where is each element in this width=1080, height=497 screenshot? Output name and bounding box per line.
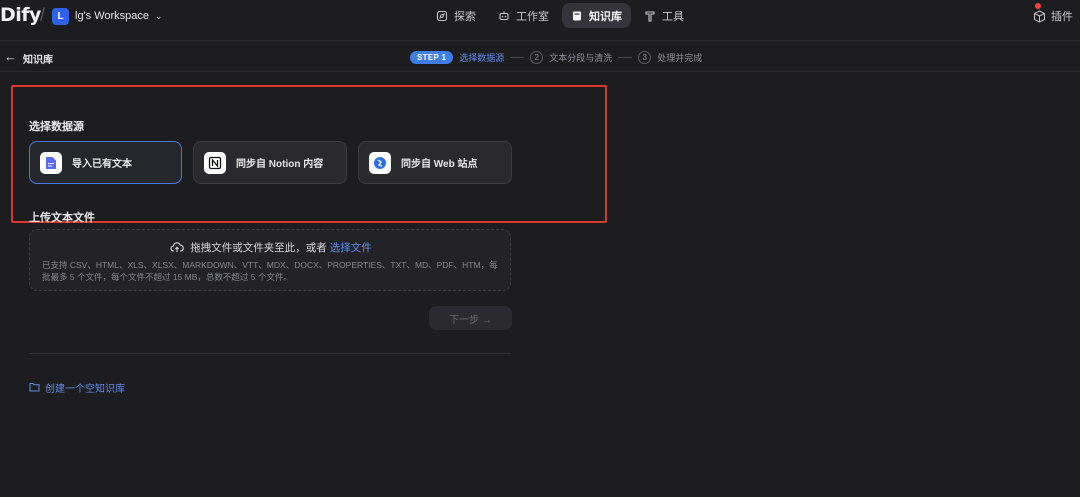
source-label: 同步自 Web 站点: [401, 159, 478, 170]
back-arrow-icon[interactable]: ←: [4, 49, 17, 64]
cube-icon: [1034, 9, 1045, 23]
main-nav: 探索 工作室 知识库 工具: [427, 3, 693, 28]
supported-formats: 已支持 CSV、HTML、XLS、XLSX、MARKDOWN、VTT、MDX、D…: [42, 260, 498, 282]
create-empty-knowledge-link[interactable]: 创建一个空知识库: [29, 380, 125, 395]
section-divider: [29, 353, 511, 354]
folder-icon: [29, 383, 40, 392]
data-source-title: 选择数据源: [29, 121, 84, 133]
workspace-avatar: L: [52, 7, 69, 25]
nav-explore[interactable]: 探索: [427, 3, 485, 28]
workspace-switcher[interactable]: L lg's Workspace ⌄: [52, 6, 163, 26]
step-2-label: 文本分段与清洗: [549, 52, 613, 63]
source-card-import-text[interactable]: 导入已有文本: [29, 141, 182, 184]
source-label: 导入已有文本: [72, 159, 132, 170]
nav-tools-label: 工具: [662, 10, 684, 23]
nav-studio-label: 工作室: [516, 10, 549, 23]
notification-dot: [1035, 3, 1041, 9]
nav-knowledge-label: 知识库: [589, 10, 622, 23]
header-separator: /: [40, 5, 46, 25]
book-icon: [573, 11, 581, 20]
create-empty-label: 创建一个空知识库: [45, 383, 125, 395]
next-step-button[interactable]: 下一步 →: [429, 306, 512, 330]
top-header: Dify / L lg's Workspace ⌄ 探索 工作室 知识库 工具: [0, 0, 1080, 32]
notion-icon: [204, 151, 226, 174]
web-icon: [369, 151, 391, 174]
step-3-number: 3: [638, 50, 652, 64]
step-2-number: 2: [530, 50, 544, 64]
select-file-link[interactable]: 选择文件: [330, 242, 372, 254]
source-label: 同步自 Notion 内容: [236, 159, 324, 170]
plugins-label: 插件: [1051, 11, 1073, 23]
dropzone-prompt: 拖拽文件或文件夹至此，或者: [190, 242, 327, 254]
file-text-icon: [40, 151, 62, 174]
dify-logo[interactable]: Dify: [0, 4, 41, 26]
app-root: Dify / L lg's Workspace ⌄ 探索 工作室 知识库 工具: [0, 0, 1080, 497]
hammer-icon: [645, 10, 655, 22]
robot-icon: [499, 10, 509, 20]
breadcrumb: 知识库: [23, 55, 53, 66]
dropzone-prompt-row: 拖拽文件或文件夹至此，或者 选择文件: [30, 240, 512, 255]
file-dropzone[interactable]: 拖拽文件或文件夹至此，或者 选择文件 已支持 CSV、HTML、XLS、XLSX…: [29, 229, 511, 291]
upload-title: 上传文本文件: [29, 212, 95, 224]
step-3-label: 处理并完成: [657, 52, 703, 63]
source-card-notion[interactable]: 同步自 Notion 内容: [193, 141, 347, 184]
step-1-label: 选择数据源: [459, 52, 505, 63]
cloud-upload-icon: [170, 242, 185, 252]
source-card-web[interactable]: 同步自 Web 站点: [358, 141, 512, 184]
nav-tools[interactable]: 工具: [635, 3, 693, 28]
explore-icon: [436, 10, 448, 21]
stepper: STEP 1 选择数据源 2 文本分段与清洗 3 处理并完成: [410, 49, 702, 65]
step-connector: [618, 56, 633, 58]
nav-explore-label: 探索: [454, 10, 476, 23]
step-1-badge: STEP 1: [410, 50, 454, 64]
workspace-name: lg's Workspace: [75, 10, 150, 22]
chevron-down-icon: ⌄: [155, 10, 163, 21]
step-header: ← 知识库 STEP 1 选择数据源 2 文本分段与清洗 3 处理并完成: [0, 40, 1080, 72]
step-connector: [510, 56, 525, 58]
plugins-button[interactable]: 插件: [1033, 3, 1073, 27]
nav-studio[interactable]: 工作室: [489, 3, 558, 28]
nav-knowledge[interactable]: 知识库: [562, 3, 631, 28]
